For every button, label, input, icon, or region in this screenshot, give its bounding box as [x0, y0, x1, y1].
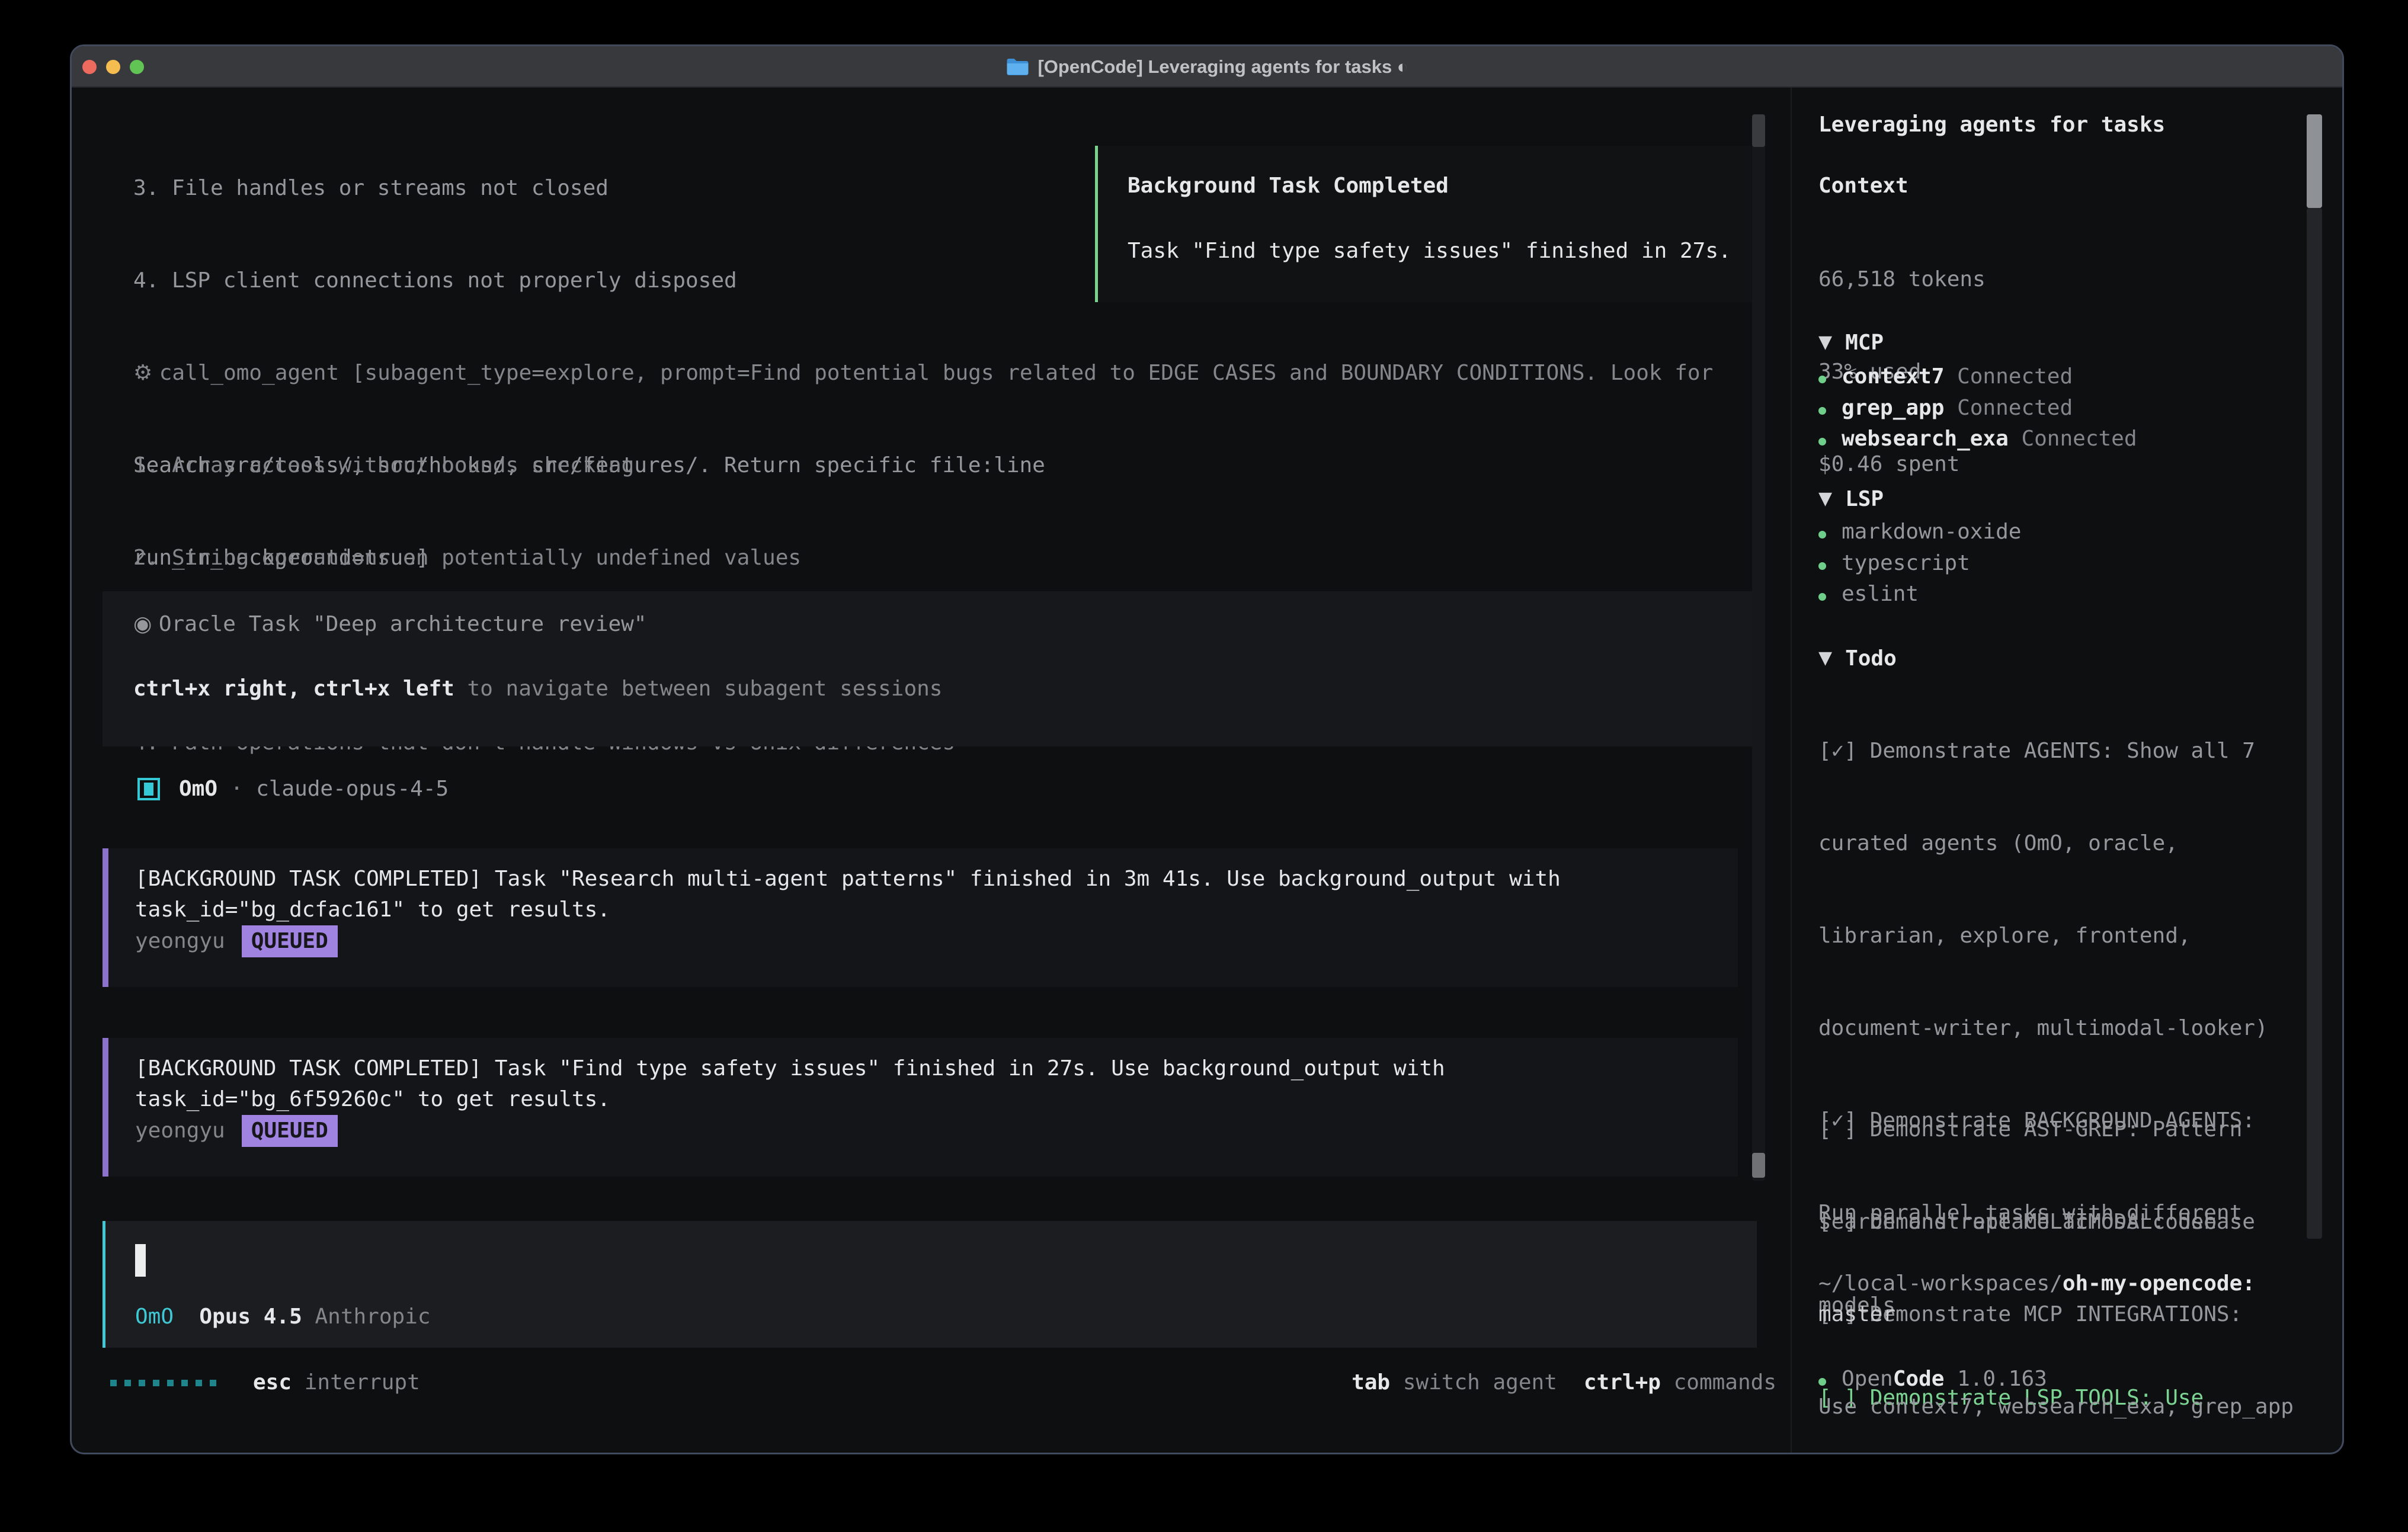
status-bar: esc interrupt tab switch agent ctrl+p co…: [110, 1367, 1776, 1398]
app-version: OpenCode 1.0.163: [1818, 1364, 2047, 1395]
tool-call-line: [133, 820, 1713, 851]
sidebar-scrollbar-thumb[interactable]: [2307, 114, 2322, 208]
output-line: 4. LSP client connections not properly d…: [133, 265, 1045, 296]
oracle-task-hint: ctrl+x right, ctrl+x left to navigate be…: [133, 674, 942, 704]
git-branch: master: [1818, 1299, 1895, 1330]
close-traffic-light[interactable]: [82, 60, 97, 74]
lsp-item: markdown-oxide: [1818, 517, 2021, 547]
toast-body: Task "Find type safety issues" finished …: [1128, 236, 1731, 267]
agent-header: OmO · claude-opus-4-5: [137, 774, 449, 805]
message-meta: yeongyu QUEUED: [135, 1115, 338, 1147]
session-title: Leveraging agents for tasks: [1818, 110, 2165, 140]
minimize-traffic-light[interactable]: [106, 60, 120, 74]
tool-call-line: ⚙ call_omo_agent [subagent_type=explore,…: [133, 358, 1713, 389]
workspace-path: ~/local-workspaces/oh-my-opencode:: [1818, 1268, 2255, 1299]
oracle-task-card[interactable]: ◉ Oracle Task "Deep architecture review"…: [103, 591, 1757, 746]
spinner-dots-icon: [110, 1380, 216, 1386]
todo-line: Use context7, websearch_exa, grep_app: [1818, 1392, 2294, 1422]
opencode-window: [OpenCode] Leveraging agents for tasks ◐…: [70, 44, 2344, 1454]
title-group: [OpenCode] Leveraging agents for tasks ◐: [1006, 46, 1408, 88]
todo-line: [ ] Demonstrate AST-GREP: Pattern: [1818, 1114, 2294, 1145]
status-dot-icon: [1818, 531, 1826, 539]
zoom-traffic-light[interactable]: [130, 60, 144, 74]
mcp-item: context7 Connected: [1818, 361, 2073, 392]
status-dot-icon: [1818, 1378, 1826, 1386]
fisheye-icon: ◉: [133, 612, 159, 636]
status-dot-icon: [1818, 562, 1826, 570]
status-left: esc interrupt: [110, 1367, 420, 1398]
message-line: task_id="bg_dcfac161" to get results.: [135, 895, 610, 925]
omo-agent-icon: [137, 778, 160, 800]
message-line: [BACKGROUND TASK COMPLETED] Task "Resear…: [135, 864, 1561, 895]
chevron-down-icon: ▼: [1818, 643, 1832, 674]
status-dot-icon: [1818, 438, 1826, 446]
context-tokens: 66,518 tokens: [1818, 264, 1986, 295]
message-line: task_id="bg_6f59260c" to get results.: [135, 1084, 610, 1115]
gear-icon: ⚙: [133, 361, 159, 385]
chevron-down-icon: ▼: [1818, 483, 1832, 514]
context-heading: Context: [1818, 171, 1909, 201]
todo-line: [ ] Demonstrate MULTIMODAL: Use: [1818, 1207, 2217, 1238]
lsp-item: typescript: [1818, 548, 1970, 579]
message-author: yeongyu: [135, 926, 225, 957]
todo-section-header[interactable]: ▼Todo: [1818, 643, 1897, 675]
background-task-toast: Background Task Completed Task "Find typ…: [1095, 146, 1765, 302]
status-dot-icon: [1818, 407, 1826, 415]
keyhint-ctrlp: ctrl+p commands: [1584, 1367, 1776, 1398]
terminal-scrollbar-thumb-top[interactable]: [1752, 114, 1765, 147]
output-line: 3. File handles or streams not closed: [133, 173, 1045, 204]
mcp-item: grep_app Connected: [1818, 393, 2073, 424]
mcp-item: websearch_exa Connected: [1818, 424, 2137, 454]
tool-call-line: 1. Array access without bounds checking: [133, 450, 1713, 481]
todo-line: [✓] Demonstrate AGENTS: Show all 7: [1818, 736, 2294, 767]
tool-call-line: 2. String operations on potentially unde…: [133, 543, 1713, 573]
input-cursor: [135, 1244, 146, 1277]
terminal-scrollbar-track[interactable]: [1752, 114, 1765, 1181]
folder-icon: [1006, 57, 1029, 76]
keyhint-esc: esc interrupt: [253, 1367, 420, 1398]
status-dot-icon: [1818, 593, 1826, 601]
queued-badge: QUEUED: [242, 1115, 338, 1147]
mcp-section-header[interactable]: ▼MCP: [1818, 328, 1884, 360]
sidebar-scrollbar-track[interactable]: [2307, 208, 2322, 1239]
chevron-down-icon: ▼: [1818, 327, 1832, 358]
agent-header-label: OmO · claude-opus-4-5: [179, 774, 449, 805]
message-card: [BACKGROUND TASK COMPLETED] Task "Find t…: [103, 1038, 1738, 1177]
todo-line: curated agents (OmO, oracle,: [1818, 828, 2294, 859]
prompt-input[interactable]: OmO Opus 4.5 Anthropic: [103, 1221, 1757, 1348]
lsp-item: eslint: [1818, 579, 1919, 610]
toast-title: Background Task Completed: [1128, 171, 1449, 201]
keyhint-tab: tab switch agent: [1352, 1367, 1557, 1398]
oracle-task-title: ◉ Oracle Task "Deep architecture review": [133, 609, 646, 640]
terminal-scrollbar-thumb[interactable]: [1752, 1153, 1765, 1178]
todo-line: document-writer, multimodal-looker): [1818, 1013, 2294, 1044]
window-title: [OpenCode] Leveraging agents for tasks ◐: [1038, 56, 1408, 78]
todo-line: librarian, explore, frontend,: [1818, 921, 2294, 951]
main-sidebar-divider: [1791, 88, 1792, 1454]
desktop: [OpenCode] Leveraging agents for tasks ◐…: [0, 0, 2408, 1532]
message-card: [BACKGROUND TASK COMPLETED] Task "Resear…: [103, 848, 1738, 987]
status-right: tab switch agent ctrl+p commands: [1352, 1367, 1776, 1398]
message-line: [BACKGROUND TASK COMPLETED] Task "Find t…: [135, 1053, 1445, 1084]
status-dot-icon: [1818, 376, 1826, 383]
message-author: yeongyu: [135, 1116, 225, 1146]
lsp-section-header[interactable]: ▼LSP: [1818, 484, 1884, 516]
model-indicator[interactable]: OmO Opus 4.5 Anthropic: [135, 1302, 431, 1332]
queued-badge: QUEUED: [242, 925, 338, 957]
message-meta: yeongyu QUEUED: [135, 925, 338, 957]
titlebar[interactable]: [OpenCode] Leveraging agents for tasks ◐: [72, 46, 2342, 88]
